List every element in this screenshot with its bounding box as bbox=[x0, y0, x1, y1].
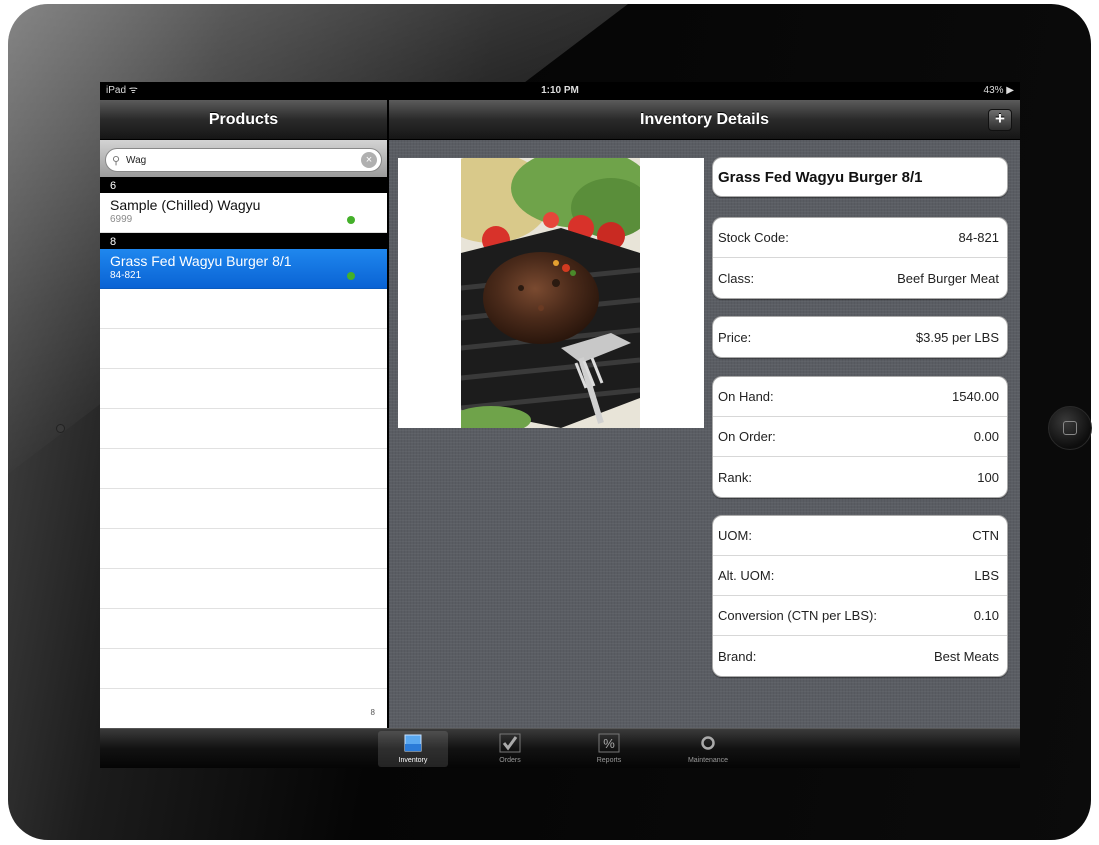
detail-value: CTN bbox=[972, 528, 999, 543]
quantity-card: On Hand: 1540.00 On Order: 0.00 Rank: 10… bbox=[712, 376, 1008, 498]
detail-row-on-hand: On Hand: 1540.00 bbox=[713, 377, 1007, 417]
tab-bar: Inventory Orders % Reports Maintenance bbox=[100, 728, 1020, 768]
detail-row-alt-uom: Alt. UOM: LBS bbox=[713, 556, 1007, 596]
detail-row-stock-code: Stock Code: 84-821 bbox=[713, 218, 1007, 258]
details-navbar: Inventory Details + bbox=[389, 100, 1020, 140]
list-item[interactable]: Sample (Chilled) Wagyu 6999 bbox=[100, 193, 387, 233]
stock-info-card: Stock Code: 84-821 Class: Beef Burger Me… bbox=[712, 217, 1008, 299]
tab-label: Orders bbox=[499, 757, 521, 764]
status-bar: iPad ᯤ 1:10 PM 43% ▶ bbox=[100, 82, 1020, 100]
detail-row-conversion: Conversion (CTN per LBS): 0.10 bbox=[713, 596, 1007, 636]
search-field-container: ⚲ × bbox=[105, 148, 382, 172]
detail-value: $3.95 per LBS bbox=[915, 329, 999, 345]
empty-row bbox=[100, 449, 387, 489]
detail-label: UOM: bbox=[718, 528, 752, 543]
empty-row bbox=[100, 529, 387, 569]
inventory-icon bbox=[378, 731, 448, 755]
detail-label: Alt. UOM: bbox=[718, 568, 775, 583]
clear-search-icon[interactable]: × bbox=[361, 152, 377, 168]
detail-label: Rank: bbox=[718, 469, 752, 485]
search-bar: ⚲ × bbox=[100, 140, 387, 177]
empty-row bbox=[100, 409, 387, 449]
product-name: Sample (Chilled) Wagyu bbox=[110, 197, 261, 213]
detail-row-uom: UOM: CTN bbox=[713, 516, 1007, 556]
detail-value: LBS bbox=[974, 568, 999, 583]
unit-card: UOM: CTN Alt. UOM: LBS Conversion (CTN p… bbox=[712, 515, 1008, 677]
detail-value: Beef Burger Meat bbox=[897, 270, 999, 286]
detail-label: Stock Code: bbox=[718, 230, 789, 245]
detail-value: Best Meats bbox=[933, 648, 999, 664]
price-card: Price: $3.95 per LBS bbox=[712, 316, 1008, 358]
detail-row-on-order: On Order: 0.00 bbox=[713, 417, 1007, 457]
product-name: Grass Fed Wagyu Burger 8/1 bbox=[110, 253, 292, 269]
empty-row bbox=[100, 329, 387, 369]
section-header: 8 bbox=[100, 233, 387, 249]
section-header: 6 bbox=[100, 177, 387, 193]
in-stock-dot-icon bbox=[347, 216, 355, 224]
detail-row-class: Class: Beef Burger Meat bbox=[713, 258, 1007, 298]
burger-image bbox=[461, 158, 640, 428]
svg-text:%: % bbox=[603, 736, 615, 751]
in-stock-dot-icon bbox=[347, 272, 355, 280]
detail-value: 0.10 bbox=[973, 608, 999, 623]
list-item-selected[interactable]: Grass Fed Wagyu Burger 8/1 84-821 bbox=[100, 249, 387, 289]
products-navbar: Products bbox=[100, 100, 387, 140]
clock: 1:10 PM bbox=[541, 85, 579, 96]
tab-reports[interactable]: % Reports bbox=[574, 731, 644, 767]
empty-row bbox=[100, 609, 387, 649]
detail-label: Price: bbox=[718, 329, 752, 345]
empty-row bbox=[100, 569, 387, 609]
percent-icon: % bbox=[574, 731, 644, 755]
section-index[interactable]: 8 bbox=[371, 708, 375, 717]
detail-label: On Hand: bbox=[718, 389, 774, 404]
home-button[interactable] bbox=[1048, 406, 1092, 450]
detail-label: Brand: bbox=[718, 648, 757, 664]
product-photo-frame bbox=[398, 158, 704, 428]
tab-inventory[interactable]: Inventory bbox=[378, 731, 448, 767]
product-title-card: Grass Fed Wagyu Burger 8/1 bbox=[712, 157, 1008, 197]
detail-label: Conversion (CTN per LBS): bbox=[718, 608, 877, 623]
detail-value: 1540.00 bbox=[952, 389, 999, 404]
products-panel: Products ⚲ × 6 Sample (Chilled) Wagyu 69… bbox=[100, 100, 387, 728]
detail-row-price: Price: $3.95 per LBS bbox=[713, 317, 1007, 357]
detail-row-rank: Rank: 100 bbox=[713, 457, 1007, 497]
detail-value: 0.00 bbox=[973, 429, 999, 444]
circle-icon bbox=[673, 731, 743, 755]
details-title: Inventory Details bbox=[640, 110, 769, 128]
tab-orders[interactable]: Orders bbox=[475, 731, 545, 767]
detail-value: 100 bbox=[977, 469, 999, 485]
detail-label: Class: bbox=[718, 270, 755, 286]
tab-maintenance[interactable]: Maintenance bbox=[673, 731, 743, 767]
empty-row bbox=[100, 489, 387, 529]
empty-row bbox=[100, 289, 387, 329]
products-title: Products bbox=[208, 110, 279, 128]
tab-label: Maintenance bbox=[687, 757, 729, 764]
inventory-details-panel: Inventory Details + Grass Fed Wagyu Burg… bbox=[389, 100, 1020, 728]
tab-label: Inventory bbox=[398, 757, 428, 764]
product-photo[interactable] bbox=[461, 158, 640, 428]
empty-row bbox=[100, 369, 387, 409]
checkmark-icon bbox=[475, 731, 545, 755]
search-input[interactable] bbox=[126, 154, 346, 166]
tab-label: Reports bbox=[596, 757, 622, 764]
home-square-icon bbox=[1063, 421, 1077, 435]
product-code: 6999 bbox=[110, 214, 133, 225]
camera-icon bbox=[56, 424, 65, 433]
detail-row-brand: Brand: Best Meats bbox=[713, 636, 1007, 676]
detail-label: On Order: bbox=[718, 429, 776, 444]
product-code: 84-821 bbox=[110, 270, 142, 281]
empty-row bbox=[100, 649, 387, 689]
search-icon: ⚲ bbox=[111, 154, 121, 167]
screen: iPad ᯤ 1:10 PM 43% ▶ Products ⚲ × 6 Samp… bbox=[100, 82, 1020, 768]
add-button[interactable]: + bbox=[988, 109, 1012, 131]
battery-indicator: 43% ▶ bbox=[983, 85, 1014, 96]
detail-value: 84-821 bbox=[958, 230, 999, 245]
